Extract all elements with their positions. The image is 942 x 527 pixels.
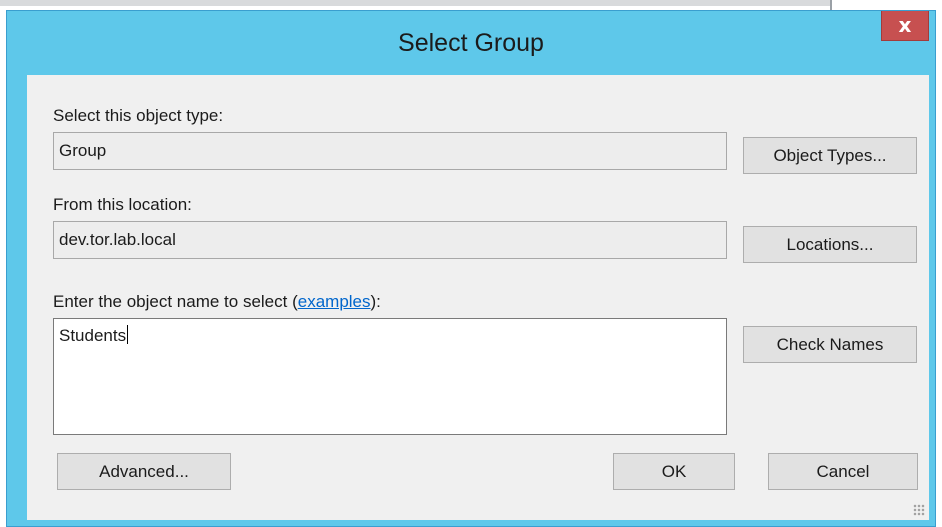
locations-button[interactable]: Locations...: [743, 226, 917, 263]
object-type-field: Group: [53, 132, 727, 170]
background-window-edge: [0, 0, 830, 6]
object-types-button[interactable]: Object Types...: [743, 137, 917, 174]
select-group-dialog: Select Group x Select this object type: …: [6, 10, 936, 527]
object-name-label: Enter the object name to select (example…: [53, 292, 381, 312]
check-names-button[interactable]: Check Names: [743, 326, 917, 363]
close-button[interactable]: x: [881, 11, 929, 41]
object-name-value: Students: [59, 326, 127, 345]
cancel-button[interactable]: Cancel: [768, 453, 918, 490]
ok-button[interactable]: OK: [613, 453, 735, 490]
title-bar: Select Group x: [7, 11, 935, 75]
close-icon: x: [898, 13, 912, 37]
object-type-label: Select this object type:: [53, 106, 224, 125]
object-name-input[interactable]: Students: [53, 318, 727, 435]
text-caret: [127, 325, 129, 344]
examples-link[interactable]: examples: [298, 292, 371, 311]
dialog-body: Select this object type: Group Object Ty…: [27, 75, 929, 520]
resize-grip-icon[interactable]: [913, 504, 925, 516]
location-field: dev.tor.lab.local: [53, 221, 727, 259]
location-value: dev.tor.lab.local: [59, 230, 176, 249]
object-name-label-suffix: ):: [370, 292, 381, 311]
dialog-title: Select Group: [398, 29, 544, 57]
object-type-value: Group: [59, 141, 107, 160]
advanced-button[interactable]: Advanced...: [57, 453, 231, 490]
location-label: From this location:: [53, 195, 192, 214]
object-name-label-prefix: Enter the object name to select (: [53, 292, 298, 311]
